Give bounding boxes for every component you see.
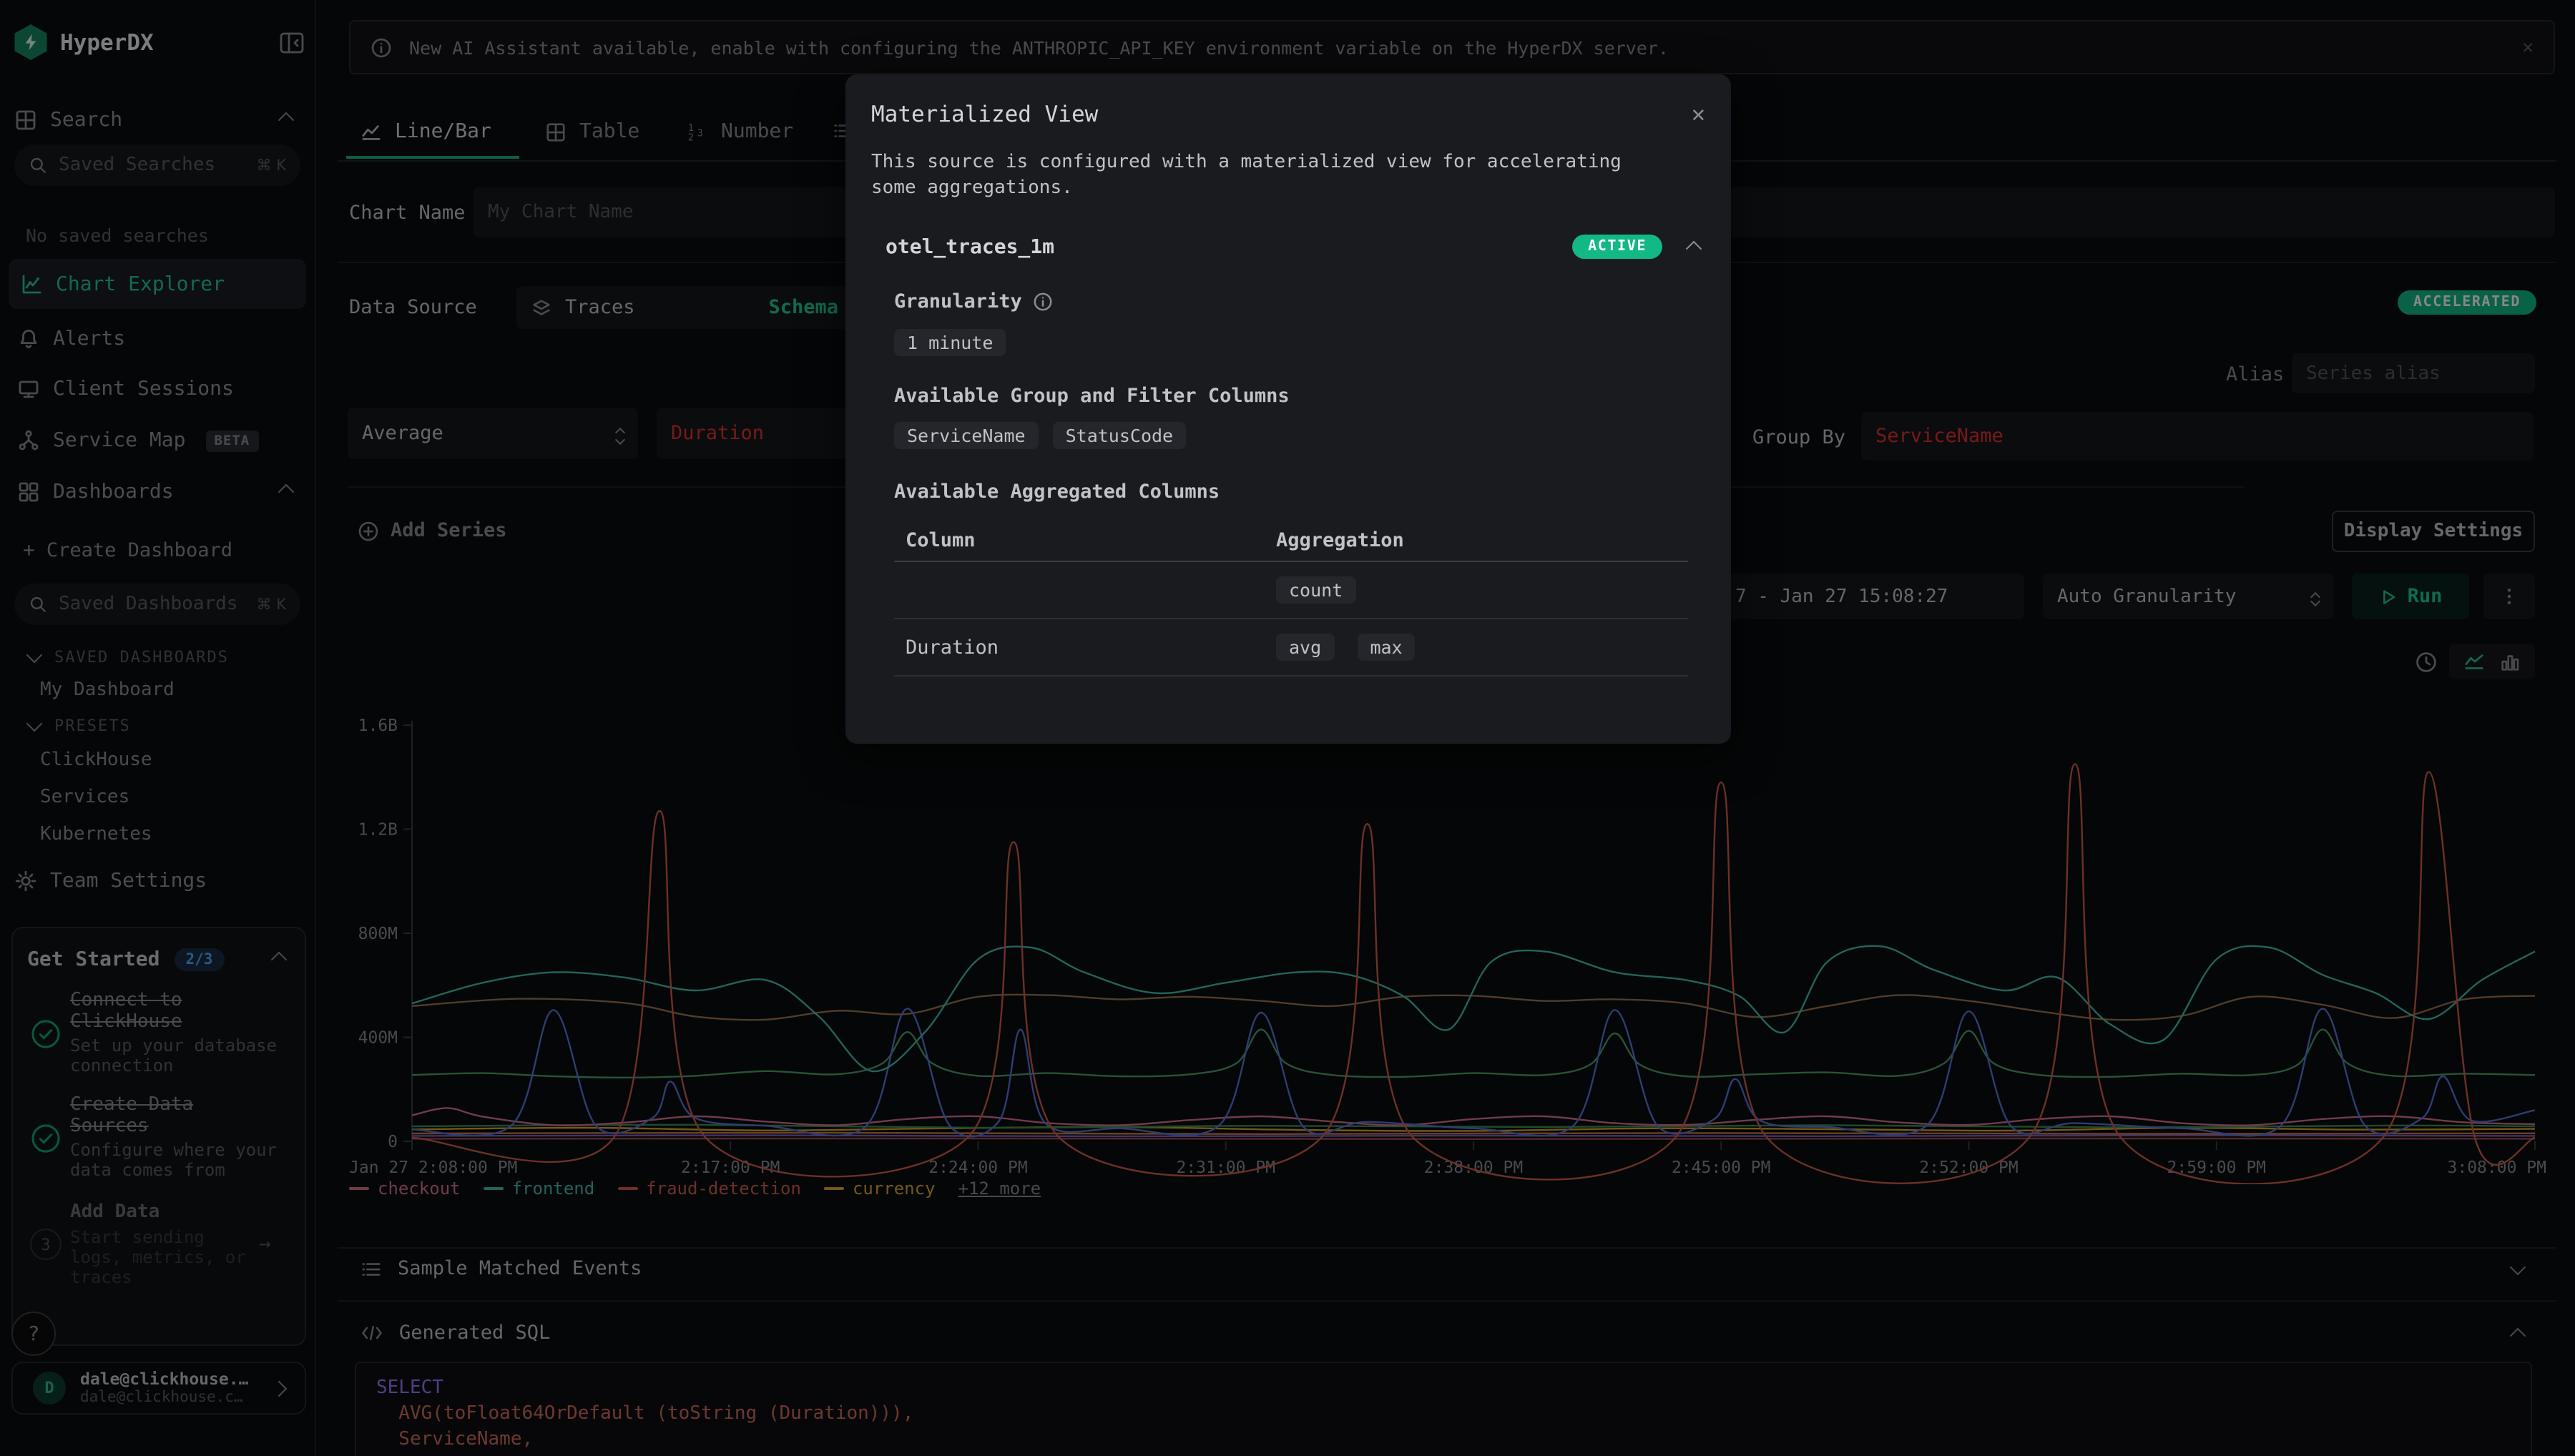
- active-badge: ACTIVE: [1572, 235, 1662, 259]
- table-row: count: [894, 561, 1688, 619]
- table-cell-column: [894, 561, 1265, 619]
- aggregation-chip: max: [1357, 634, 1415, 661]
- filter-column-chip: ServiceName: [894, 422, 1039, 449]
- modal-close-icon[interactable]: ✕: [1692, 100, 1705, 127]
- aggregated-label: Available Aggregated Columns: [845, 449, 1731, 503]
- group-filter-label: Available Group and Filter Columns: [845, 356, 1731, 408]
- materialized-view-modal: Materialized View ✕ This source is confi…: [845, 74, 1731, 744]
- filter-column-chip: StatusCode: [1053, 422, 1187, 449]
- table-row: Duration avg max: [894, 619, 1688, 676]
- mv-name: otel_traces_1m: [886, 235, 1054, 258]
- granularity-value-chip: 1 minute: [894, 329, 1006, 356]
- aggregated-columns-table: Column Aggregation count Duration avg ma…: [894, 521, 1688, 677]
- app-window: HyperDX Search Saved Searches ⌘ K No sav…: [0, 0, 2575, 1456]
- granularity-row: Granularity: [845, 259, 1731, 313]
- granularity-label: Granularity: [894, 290, 1022, 313]
- modal-body-text: This source is configured with a materia…: [845, 127, 1675, 200]
- table-col-header: Column: [894, 521, 1265, 561]
- mv-name-row[interactable]: otel_traces_1m ACTIVE: [845, 200, 1731, 259]
- chevron-up-icon: [1686, 241, 1702, 257]
- modal-title: Materialized View: [871, 101, 1098, 127]
- modal-header: Materialized View ✕: [845, 74, 1731, 127]
- table-cell-column: Duration: [894, 619, 1265, 676]
- table-col-header: Aggregation: [1265, 521, 1688, 561]
- aggregation-chip: count: [1276, 576, 1355, 604]
- info-icon[interactable]: [1034, 292, 1054, 312]
- aggregation-chip: avg: [1276, 634, 1334, 661]
